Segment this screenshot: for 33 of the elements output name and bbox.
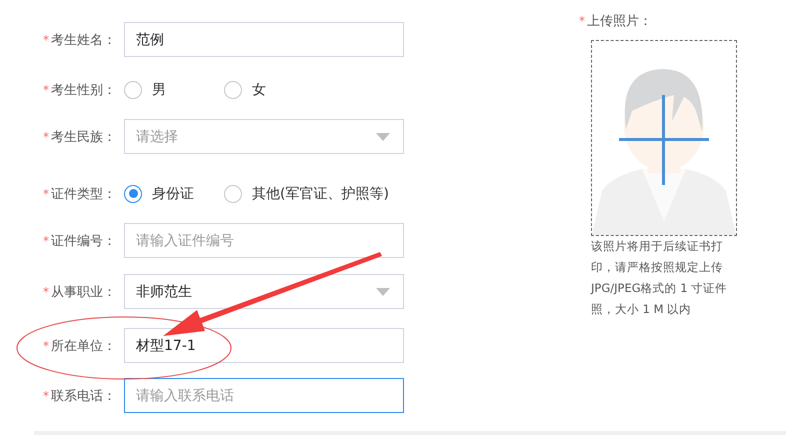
field-label: 上传照片： (587, 13, 652, 30)
upload-hint: 该照片将用于后续证书打印，请严格按照规定上传JPG/JPEG格式的 1 寸证件照，大小 1 M 以内 (591, 238, 728, 318)
required-mark: * (579, 14, 585, 28)
field-label: 证件类型： (51, 186, 116, 202)
field-label: 证件编号： (51, 232, 116, 250)
radio-label[interactable]: 身份证 (152, 184, 194, 202)
radio-button[interactable] (224, 80, 242, 98)
required-mark: * (43, 388, 49, 402)
required-mark: * (43, 186, 49, 200)
radio-label[interactable]: 其他(军官证、护照等) (252, 184, 389, 202)
dropdown-caret-icon (376, 288, 390, 296)
field-label: 从事职业： (51, 284, 116, 300)
required-mark: * (43, 32, 49, 46)
required-mark: * (43, 130, 49, 144)
required-mark: * (43, 234, 49, 248)
text-field[interactable]: 范例 (124, 22, 404, 57)
radio-button[interactable] (124, 80, 142, 98)
required-mark: * (43, 338, 49, 352)
field-label: 考生姓名： (51, 32, 116, 48)
select-field[interactable]: 非师范生 (124, 274, 404, 309)
field-label: 考生民族： (51, 128, 116, 146)
field-label: 所在单位： (51, 338, 116, 354)
radio-button[interactable] (224, 184, 242, 202)
text-field[interactable]: 请输入联系电话 (124, 378, 404, 413)
radio-button[interactable] (124, 184, 142, 202)
required-mark: * (43, 284, 49, 298)
dropdown-caret-icon (376, 132, 390, 140)
radio-label[interactable]: 男 (152, 80, 166, 98)
text-field[interactable]: 材型17-1 (124, 328, 404, 363)
radio-label[interactable]: 女 (252, 80, 266, 98)
field-label: 考生性别： (51, 82, 116, 98)
field-label: 联系电话： (51, 388, 116, 404)
required-mark: * (43, 82, 49, 96)
